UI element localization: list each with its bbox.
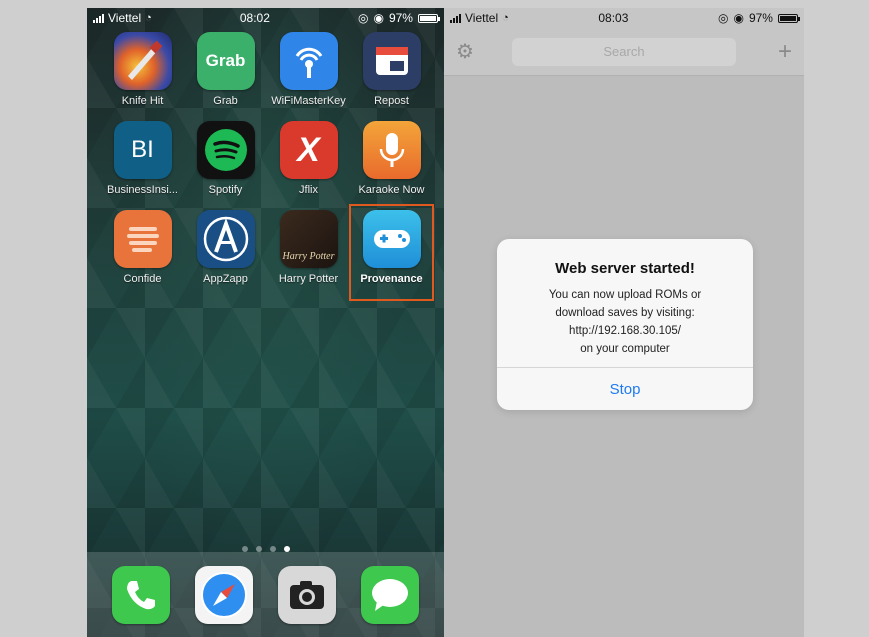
bi-logo-text: BI [131,136,154,163]
app-label: BusinessInsi... [107,184,178,196]
web-server-alert: Web server started! You can now upload R… [497,239,753,410]
confide-icon [113,210,172,268]
app-harry-potter[interactable]: Harry Potter Harry Potter [267,210,350,300]
grab-icon: Grab [196,32,255,90]
battery-percent: 97% [388,11,413,25]
grab-logo-text: Grab [205,51,246,70]
alert-title: Web server started! [555,260,695,277]
wifi-icon: ◔ [145,12,152,24]
spotify-icon [196,121,255,179]
wifi-icon: ◔ [502,12,509,24]
harry-potter-icon: Harry Potter [279,210,338,268]
stop-button[interactable]: Stop [497,368,753,410]
signal-icon [93,13,104,23]
app-label: Knife Hit [121,95,164,107]
jflix-logo-text: X [297,130,320,169]
app-karaoke-now[interactable]: Karaoke Now [350,121,433,196]
background-fill [804,8,869,637]
provenance-icon [362,210,421,268]
gear-icon[interactable]: ⚙ [456,39,484,64]
alert-message-line: download saves by visiting: [555,307,695,319]
battery-icon [417,13,440,23]
app-label: Harry Potter [278,273,339,285]
camera-icon[interactable] [278,565,337,624]
app-label: Spotify [208,184,243,196]
harry-potter-logo-text: Harry Potter [282,251,335,262]
appzapp-icon [196,210,255,268]
app-wifi-master-key[interactable]: WiFiMasterKey [267,32,350,107]
navigation-bar: ⚙ Search + [444,28,804,76]
alert-message: You can now upload ROMs or download save… [497,286,753,358]
clock: 08:03 [598,11,629,25]
app-label: Karaoke Now [358,184,425,196]
app-confide[interactable]: Confide [101,210,184,300]
home-screen: Viettel ◔ 08:02 ◎ ◉ 97% Knife Hit Grab G… [87,8,444,637]
app-knife-hit[interactable]: Knife Hit [101,32,184,107]
status-bar: Viettel ◔ 08:02 ◎ ◉ 97% [87,8,444,28]
alarm-icon: ◉ [373,11,384,25]
app-grab[interactable]: Grab Grab [184,32,267,107]
search-placeholder: Search [603,44,645,59]
location-icon: ◎ [357,11,369,25]
app-business-insider[interactable]: BI BusinessInsi... [101,121,184,196]
alert-message-url: http://192.168.30.105/ [569,325,681,337]
repost-icon [362,32,421,90]
battery-icon [777,13,800,23]
app-provenance[interactable]: Provenance [349,204,434,301]
app-label: WiFiMasterKey [271,95,346,107]
karaoke-now-icon [362,121,421,179]
search-input[interactable]: Search [512,37,736,66]
signal-icon [450,13,461,23]
knife-hit-icon [113,32,172,90]
app-appzapp[interactable]: AppZapp [184,210,267,300]
alert-message-line: on your computer [580,343,670,355]
messages-icon[interactable] [361,565,420,624]
app-label: Provenance [360,273,423,285]
clock: 08:02 [239,11,270,25]
app-repost[interactable]: Repost [350,32,433,107]
carrier-label: Viettel [108,11,142,25]
app-label: Repost [374,95,409,107]
carrier-label: Viettel [465,11,499,25]
location-icon: ◎ [717,11,729,25]
app-label: Jflix [299,184,318,196]
app-jflix[interactable]: X Jflix [267,121,350,196]
plus-icon[interactable]: + [772,38,792,66]
safari-icon[interactable] [194,565,253,624]
dock [87,552,444,637]
wifi-master-key-icon [279,32,338,90]
battery-percent: 97% [748,11,773,25]
app-label: Grab [213,95,238,107]
app-label: AppZapp [203,273,248,285]
phone-icon[interactable] [111,565,170,624]
status-bar: Viettel ◔ 08:03 ◎ ◉ 97% [444,8,804,28]
business-insider-icon: BI [113,121,172,179]
jflix-icon: X [279,121,338,179]
alarm-icon: ◉ [733,11,744,25]
app-label: Confide [123,273,162,285]
app-spotify[interactable]: Spotify [184,121,267,196]
app-grid: Knife Hit Grab Grab WiFiMasterKey Repost [101,32,434,301]
alert-message-line: You can now upload ROMs or [548,289,702,301]
